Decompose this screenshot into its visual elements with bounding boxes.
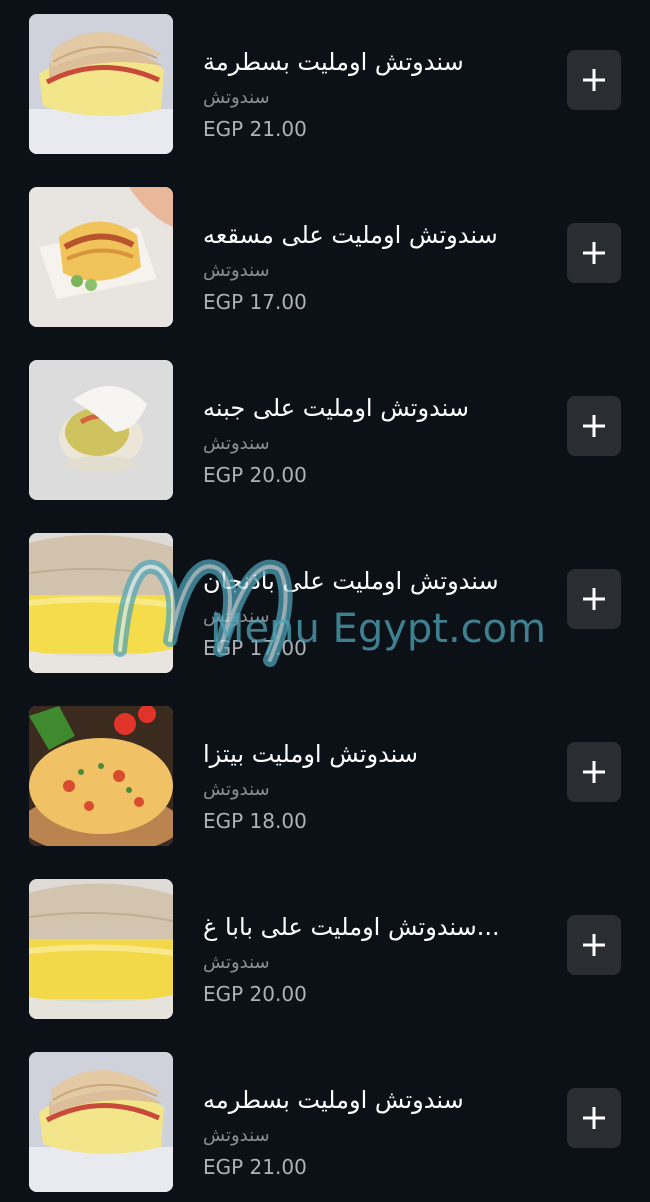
item-image-pastrami-omelette[interactable]: [29, 1052, 173, 1192]
item-category: سندوتش: [203, 260, 270, 281]
add-to-cart-button[interactable]: [567, 1088, 621, 1148]
plus-icon: [583, 934, 605, 956]
menu-item[interactable]: سندوتش اومليت على بابا غ... سندوتش EGP 2…: [0, 879, 650, 1023]
item-price: EGP 18.00: [203, 809, 307, 833]
item-price: EGP 20.00: [203, 982, 307, 1006]
item-name: سندوتش اومليت بسطرمه: [203, 1086, 464, 1114]
item-name: سندوتش اومليت بسطرمة: [203, 48, 464, 76]
add-to-cart-button[interactable]: [567, 396, 621, 456]
menu-item[interactable]: سندوتش اومليت بيتزا سندوتش EGP 18.00: [0, 706, 650, 850]
add-to-cart-button[interactable]: [567, 742, 621, 802]
menu-item[interactable]: سندوتش اومليت بسطرمة سندوتش EGP 21.00: [0, 14, 650, 158]
item-image-baba-ghanoush-omelette[interactable]: [29, 879, 173, 1019]
menu-item[interactable]: سندوتش اومليت على باذنجان سندوتش EGP 17.…: [0, 533, 650, 677]
menu-item[interactable]: سندوتش اومليت على جبنه سندوتش EGP 20.00: [0, 360, 650, 504]
item-category: سندوتش: [203, 952, 270, 973]
plus-icon: [583, 415, 605, 437]
item-price: EGP 17.00: [203, 290, 307, 314]
add-to-cart-button[interactable]: [567, 915, 621, 975]
item-price: EGP 21.00: [203, 117, 307, 141]
item-category: سندوتش: [203, 1125, 270, 1146]
eggplant-bread-illustration: [29, 533, 173, 673]
cheese-pita-illustration: [29, 360, 173, 500]
menu-item[interactable]: سندوتش اومليت بسطرمه سندوتش EGP 21.00: [0, 1052, 650, 1196]
item-image-pizza-omelette[interactable]: [29, 706, 173, 846]
plus-icon: [583, 1107, 605, 1129]
plus-icon: [583, 761, 605, 783]
item-category: سندوتش: [203, 779, 270, 800]
plus-icon: [583, 242, 605, 264]
item-image-eggplant-omelette[interactable]: [29, 533, 173, 673]
item-price: EGP 17.00: [203, 636, 307, 660]
item-name: سندوتش اومليت بيتزا: [203, 740, 419, 768]
menu-item-list: سندوتش اومليت بسطرمة سندوتش EGP 21.00 سن: [0, 0, 650, 1202]
item-name: سندوتش اومليت على بابا غ...: [203, 913, 500, 941]
item-category: سندوتش: [203, 87, 270, 108]
pizza-omelette-illustration: [29, 706, 173, 846]
item-category: سندوتش: [203, 433, 270, 454]
add-to-cart-button[interactable]: [567, 569, 621, 629]
item-name: سندوتش اومليت على جبنه: [203, 394, 470, 422]
item-image-cheese-omelette[interactable]: [29, 360, 173, 500]
item-image-moussaka-omelette[interactable]: [29, 187, 173, 327]
item-name: سندوتش اومليت على مسقعه: [203, 221, 498, 249]
moussaka-pita-illustration: [29, 187, 173, 327]
add-to-cart-button[interactable]: [567, 50, 621, 110]
plus-icon: [583, 588, 605, 610]
plus-icon: [583, 69, 605, 91]
item-price: EGP 21.00: [203, 1155, 307, 1179]
add-to-cart-button[interactable]: [567, 223, 621, 283]
item-image-pastrami-omelette[interactable]: [29, 14, 173, 154]
menu-item[interactable]: سندوتش اومليت على مسقعه سندوتش EGP 17.00: [0, 187, 650, 331]
item-price: EGP 20.00: [203, 463, 307, 487]
baba-ghanoush-bread-illustration: [29, 879, 173, 1019]
pastrami-pita-illustration: [29, 14, 173, 154]
pastrami-pita-illustration: [29, 1052, 173, 1192]
item-name: سندوتش اومليت على باذنجان: [203, 567, 499, 595]
item-category: سندوتش: [203, 606, 270, 627]
